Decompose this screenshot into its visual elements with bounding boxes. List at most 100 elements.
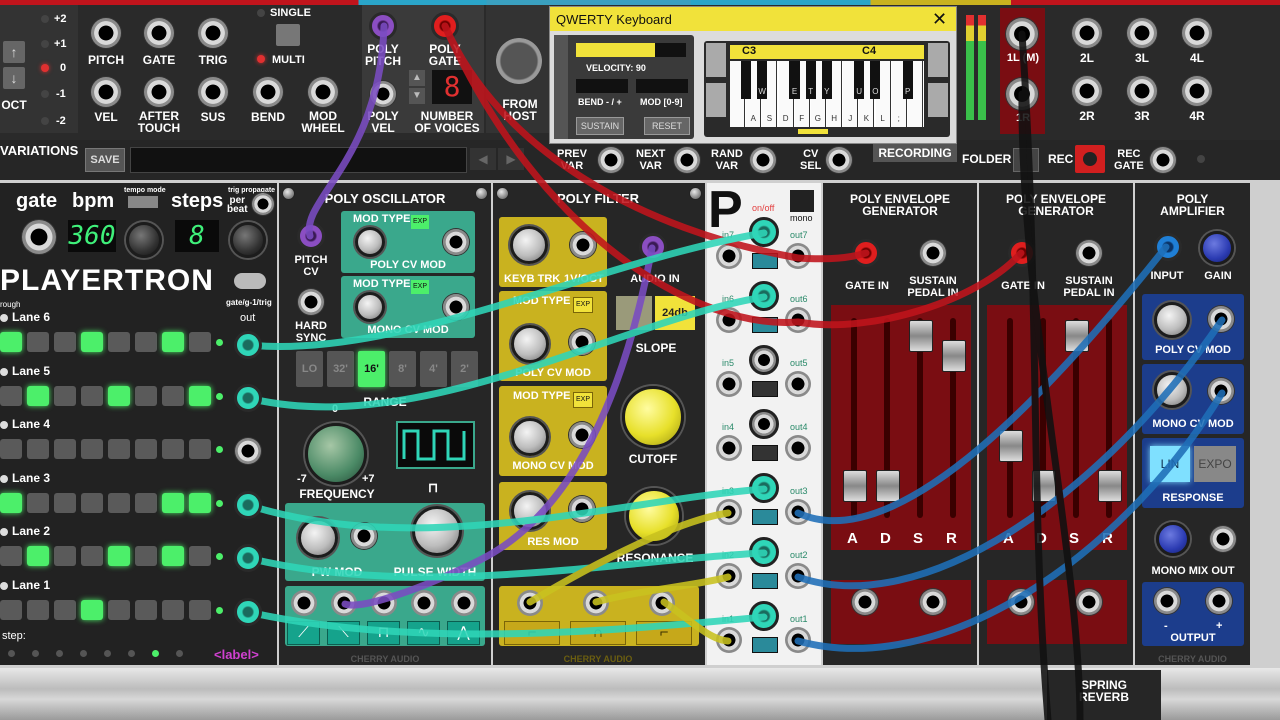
filter-poly-cv-jack[interactable] <box>569 329 595 355</box>
bend-jack[interactable] <box>253 77 283 107</box>
black-key[interactable]: U <box>854 61 865 99</box>
filter-out-jack[interactable] <box>649 590 675 616</box>
p-out-jack[interactable] <box>785 499 811 525</box>
lane-led[interactable] <box>0 581 8 590</box>
step-button[interactable] <box>189 439 211 459</box>
filter-exp-2[interactable]: EXP <box>573 392 593 408</box>
p-out-jack[interactable] <box>785 371 811 397</box>
step-button[interactable] <box>54 492 76 513</box>
prev-var-jack[interactable] <box>598 147 624 173</box>
env2-out-jack-1[interactable] <box>1008 589 1034 615</box>
osc-poly-cv-mod-knob[interactable] <box>355 227 385 257</box>
single-led[interactable] <box>257 9 265 17</box>
lane1-out-plug[interactable] <box>234 598 262 626</box>
p-out-jack[interactable] <box>785 563 811 589</box>
step-button[interactable] <box>162 332 184 352</box>
env1-out-jack-2[interactable] <box>920 589 946 615</box>
pitch-jack[interactable] <box>91 18 121 48</box>
amp-output-minus-jack[interactable] <box>1154 588 1180 614</box>
trig-propagate-jack[interactable] <box>252 193 274 215</box>
lane-led[interactable] <box>0 528 8 536</box>
step-button[interactable] <box>108 332 130 352</box>
p-channel-button[interactable] <box>752 637 778 653</box>
p-out-jack[interactable] <box>785 627 811 653</box>
gate-in-jack[interactable] <box>22 220 56 254</box>
cv-sel-jack[interactable] <box>826 147 852 173</box>
black-key[interactable]: Y <box>821 61 832 99</box>
step-button[interactable] <box>54 599 76 620</box>
step-button[interactable] <box>162 492 184 513</box>
osc-poly-cv-mod-jack[interactable] <box>443 229 469 255</box>
trig-jack[interactable] <box>198 18 228 48</box>
oct-led-minus2[interactable] <box>41 117 49 125</box>
adsr-slider-cap[interactable] <box>1065 320 1089 352</box>
steps-knob[interactable] <box>230 222 266 258</box>
bend-bar[interactable] <box>576 79 628 93</box>
step-button[interactable] <box>27 492 49 513</box>
filter-out-jack[interactable] <box>583 590 609 616</box>
osc-wave-out-jack[interactable] <box>451 590 477 616</box>
step-button[interactable] <box>189 599 211 620</box>
p-channel-button[interactable] <box>752 573 778 589</box>
pw-mod-jack[interactable] <box>351 523 377 549</box>
step-button[interactable] <box>135 599 157 620</box>
range-button[interactable]: 2' <box>451 351 478 387</box>
osc-wave-out-jack[interactable] <box>291 590 317 616</box>
main-out-1r-jack[interactable] <box>1006 78 1038 110</box>
p-channel-button[interactable] <box>752 381 778 397</box>
osc-exp-button-2[interactable]: EXP <box>411 280 429 294</box>
resonance-knob[interactable] <box>626 488 682 544</box>
step-button[interactable] <box>81 599 103 620</box>
rec-gate-jack[interactable] <box>1150 147 1176 173</box>
p-in-jack[interactable] <box>716 371 742 397</box>
range-button[interactable]: 4' <box>420 351 447 387</box>
expo-button[interactable]: EXPO <box>1194 446 1236 482</box>
step-button[interactable] <box>81 492 103 513</box>
p-out-jack[interactable] <box>785 307 811 333</box>
variation-prev-arrow[interactable]: ◀ <box>470 148 496 170</box>
step-button[interactable] <box>27 332 49 352</box>
adsr-slider-cap[interactable] <box>942 340 966 372</box>
mono-button[interactable] <box>790 190 814 212</box>
label-tag[interactable]: <label> <box>214 647 259 662</box>
step-button[interactable] <box>108 385 130 406</box>
step-button[interactable] <box>135 439 157 459</box>
black-key[interactable]: E <box>789 61 800 99</box>
step-button[interactable] <box>162 546 184 566</box>
adsr-slider-cap[interactable] <box>876 470 900 502</box>
step-button[interactable] <box>54 546 76 566</box>
step-button[interactable] <box>81 385 103 406</box>
variation-next-arrow[interactable]: ▶ <box>498 148 524 170</box>
slope-12-button[interactable] <box>616 296 652 330</box>
poly-vel-jack[interactable] <box>370 81 396 107</box>
velocity-bar[interactable] <box>576 43 686 57</box>
step-button[interactable] <box>0 546 22 566</box>
step-button[interactable] <box>135 332 157 352</box>
lane5-out-plug[interactable] <box>234 384 262 412</box>
pitch-cv-jack[interactable] <box>297 222 325 250</box>
step-button[interactable] <box>81 332 103 352</box>
poly-gate-jack[interactable] <box>431 12 459 40</box>
keyb-trk-knob[interactable] <box>510 226 548 264</box>
step-button[interactable] <box>27 439 49 459</box>
env1-sustain-pedal-jack[interactable] <box>920 240 946 266</box>
step-button[interactable] <box>162 599 184 620</box>
lane-led[interactable] <box>0 367 8 376</box>
p-channel-knob[interactable] <box>749 345 779 375</box>
step-button[interactable] <box>54 332 76 352</box>
env2-sustain-pedal-jack[interactable] <box>1076 240 1102 266</box>
oct-led-plus2[interactable] <box>41 15 49 23</box>
one-v-oct-jack[interactable] <box>570 232 596 258</box>
control-tab[interactable] <box>554 35 568 139</box>
step-button[interactable] <box>54 385 76 406</box>
step-button[interactable] <box>27 546 49 566</box>
qwerty-titlebar[interactable]: QWERTY Keyboard ✕ <box>550 7 956 31</box>
p-channel-button[interactable] <box>752 253 778 269</box>
tempo-mode-switch[interactable] <box>128 196 158 208</box>
filter-out-jack[interactable] <box>517 590 543 616</box>
aftertouch-jack[interactable] <box>144 77 174 107</box>
step-button[interactable] <box>108 439 130 459</box>
p-channel-button[interactable] <box>752 445 778 461</box>
mono-mix-out-jack[interactable] <box>1210 526 1236 552</box>
variation-name-field[interactable] <box>130 147 467 173</box>
